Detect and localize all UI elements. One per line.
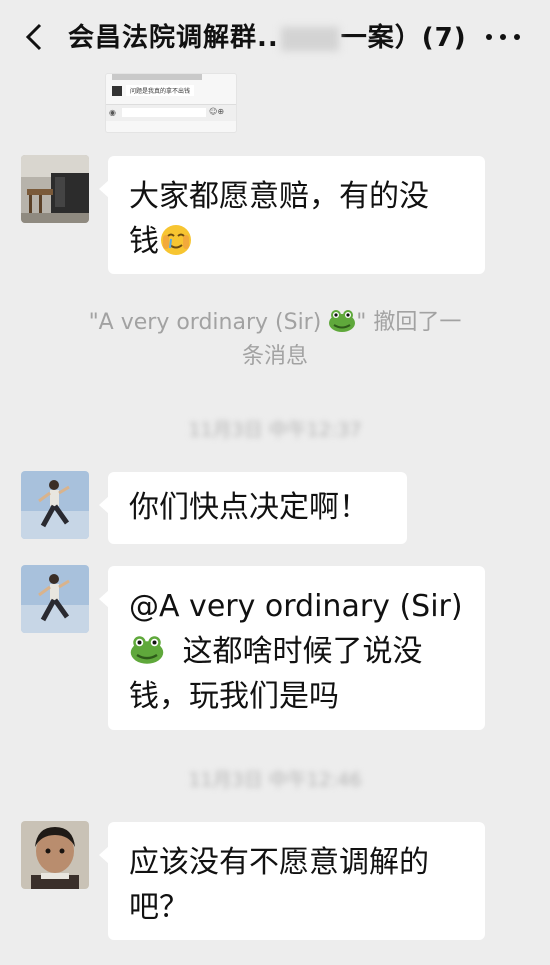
child-portrait-photo-icon [21,821,89,889]
avatar[interactable] [21,821,89,889]
recall-notice: "A very ordinary (Sir) " 撤回了一 条消息 [40,306,510,374]
message-bubble[interactable]: 大家都愿意赔，有的没 钱 [99,156,485,274]
more-dots-icon[interactable] [486,34,522,42]
message-timestamp: 11月3日 中午12:37 [188,419,362,441]
redacted-name [280,26,339,51]
message-bubble[interactable]: @A very ordinary (Sir) 这都啥时候了说没 钱，玩我们是吗 [99,566,485,730]
avatar[interactable] [21,565,89,633]
recall-notice-end: " 撤回了一 [356,310,462,335]
kitchen-photo-icon [21,155,89,223]
thumbnail-bubble: 问题是我真的拿不出钱 [126,85,195,96]
thumbnail-input-field [122,108,206,117]
mention-text: @A very ordinary (Sir) [129,589,463,624]
thumbnail-top-row [112,74,202,80]
frog-icon [130,636,164,664]
avatar[interactable] [21,471,89,539]
jumping-person-photo-icon [21,565,89,633]
thumbnail-input-bar: ◉ ☺⊕ [106,104,236,121]
chat-header: 会昌法院调解群.. 一案）(7) [0,0,550,72]
message-bubble[interactable]: 你们快点决定啊！ [99,472,407,544]
message-text: 大家都愿意赔，有的没 [129,179,429,214]
emoji-icon: ☺⊕ [209,107,225,116]
message-text: 应该没有不愿意调解的 [129,845,429,880]
image-message-thumbnail[interactable]: 问题是我真的拿不出钱 ◉ ☺⊕ [106,74,236,132]
avatar[interactable] [21,155,89,223]
message-text: 吧？ [129,890,189,925]
message-text: 这都啥时候了说没 [182,634,423,669]
message-text: 钱 [129,224,159,259]
voice-icon: ◉ [109,108,116,117]
thumbnail-avatar [112,86,122,96]
chevron-left-icon[interactable] [22,22,46,52]
message-timestamp: 11月3日 中午12:46 [188,769,362,791]
recall-notice-line2: 条消息 [241,344,308,369]
chat-title: 会昌法院调解群.. 一案）(7) [68,17,467,54]
message-bubble[interactable]: 应该没有不愿意调解的 吧？ [99,822,485,940]
chat-title-start: 会昌法院调解群.. [68,23,279,53]
recall-notice-start: "A very ordinary (Sir) [88,310,329,335]
face-holding-back-tears-icon [161,225,191,255]
message-text: 你们快点决定啊！ [129,490,369,525]
chat-title-end: 一案）(7) [340,23,467,53]
frog-icon [329,310,356,332]
message-text: 钱，玩我们是吗 [129,679,339,714]
jumping-person-photo-icon [21,471,89,539]
